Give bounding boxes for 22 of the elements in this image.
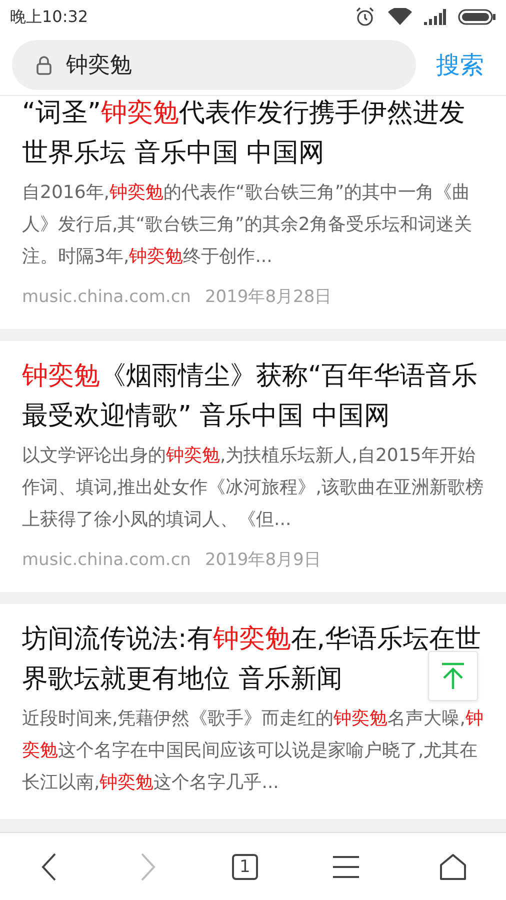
- signal-icon: [424, 9, 446, 25]
- result-date: 2019年8月9日: [204, 549, 321, 572]
- result-title[interactable]: 钟奕勉《烟雨情尘》获称“百年华语音乐最受欢迎情歌” 音乐中国 中国网: [22, 356, 484, 436]
- tabs-button[interactable]: 1: [232, 854, 258, 880]
- alarm-icon: [354, 6, 376, 28]
- result-snippet: 近段时间来,凭藉伊然《歌手》而走红的钟奕勉名声大噪,钟奕勉这个名字在中国民间应该可以说是家喻户晓了,尤其在长江以南,钟奕勉这个名字几乎...: [22, 707, 484, 795]
- result-source: music.china.com.cn: [22, 549, 191, 572]
- search-field[interactable]: 钟奕勉: [12, 40, 416, 90]
- arrow-up-icon: [440, 662, 466, 690]
- result-snippet: 以文学评论出身的钟奕勉,为扶植乐坛新人,自2015年开始作词、填词,推出处女作《冰河旅程》,该歌曲在亚洲新歌榜上获得了徐小凤的填词人、《但...: [22, 444, 484, 532]
- lock-icon: [36, 54, 52, 74]
- menu-icon: [332, 854, 360, 878]
- home-icon: [438, 852, 467, 880]
- result-title[interactable]: 坊间流传说法:有钟奕勉在,华语乐坛在世界歌坛就更有地位 音乐新闻: [22, 619, 484, 699]
- battery-icon: [458, 9, 496, 25]
- search-query: 钟奕勉: [66, 52, 132, 80]
- result-source: music.china.com.cn: [22, 286, 191, 309]
- result-date: 2019年8月28日: [204, 286, 332, 309]
- result-title[interactable]: “词圣”钟奕勉代表作发行携手伊然进发世界乐坛 音乐中国 中国网: [22, 96, 484, 173]
- status-time: 晚上10:32: [10, 6, 88, 28]
- result-snippet: 自2016年,钟奕勉的代表作“歌台铁三角”的其中一角《曲人》发行后,其“歌台铁三角”的其余2角备受乐坛和词迷关注。时隔3年,钟奕勉终于创作...: [22, 181, 473, 269]
- wifi-icon: [388, 8, 412, 26]
